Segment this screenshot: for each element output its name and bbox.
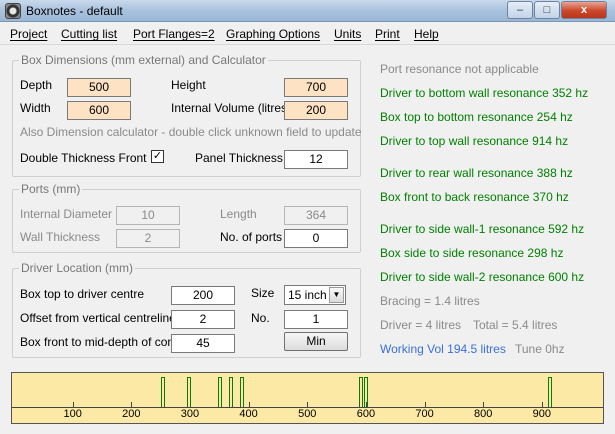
num-ports-label: No. of ports (220, 230, 283, 244)
width-field[interactable]: 600 (67, 101, 131, 120)
driver-side1-resonance: Driver to side wall-1 resonance 592 hz (380, 222, 585, 236)
resonance-graph: 100 200 300 400 500 600 700 800 900 (11, 372, 604, 424)
menu-cutting-list[interactable]: Cutting list (61, 27, 117, 41)
driver-side2-resonance: Driver to side wall-2 resonance 600 hz (380, 270, 585, 284)
graph-tick-label: 900 (532, 408, 552, 420)
driver-front-field[interactable]: 45 (171, 334, 235, 353)
driver-size-label: Size (251, 286, 275, 300)
resonance-peak (239, 377, 244, 407)
graph-tick-label: 700 (415, 408, 434, 420)
box-dimensions-title: Box Dimensions (mm external) and Calcula… (19, 53, 268, 67)
resonance-peak (229, 377, 233, 407)
side-side-resonance: Box side to side resonance 298 hz (380, 246, 564, 260)
driver-rear-resonance: Driver to rear wall resonance 388 hz (380, 166, 573, 180)
total-volume: Total = 5.4 litres (473, 318, 558, 332)
driver-bottom-resonance: Driver to bottom wall resonance 352 hz (380, 86, 589, 100)
minimize-button[interactable]: – (507, 1, 533, 19)
driver-size-value: 15 inch (288, 288, 327, 302)
length-label: Length (220, 207, 257, 221)
bracing-volume: Bracing = 1.4 litres (380, 294, 480, 308)
driver-no-field[interactable]: 1 (284, 310, 348, 329)
speaker-app-icon (5, 3, 21, 19)
driver-top-field[interactable]: 200 (171, 286, 235, 305)
double-thickness-label: Double Thickness Front (20, 151, 147, 165)
menu-print[interactable]: Print (375, 27, 400, 41)
graph-tick-label: 300 (180, 408, 200, 420)
driver-top-resonance: Driver to top wall resonance 914 hz (380, 134, 569, 148)
driver-offset-label: Offset from vertical centreline (20, 311, 176, 325)
resonance-peak (359, 377, 364, 407)
graph-tick-label: 800 (474, 408, 493, 420)
calculator-note: Also Dimension calculator - double click… (20, 125, 362, 139)
menu-graphing-options[interactable]: Graphing Options (226, 27, 320, 41)
front-back-resonance: Box front to back resonance 370 hz (380, 190, 569, 204)
driver-no-label: No. (251, 311, 270, 325)
maximize-button[interactable]: □ (534, 1, 560, 19)
wall-thickness-label: Wall Thickness (20, 230, 101, 244)
menu-bar: Project Cutting list Port Flanges=2 Grap… (0, 25, 615, 45)
menu-port-flanges[interactable]: Port Flanges=2 (133, 27, 215, 41)
num-ports-field[interactable]: 0 (284, 229, 348, 248)
menu-project[interactable]: Project (10, 27, 47, 41)
graph-tick-label: 500 (298, 408, 317, 420)
graph-tick-label: 400 (239, 408, 258, 420)
graph-tick-label: 600 (356, 408, 376, 420)
window-title: Boxnotes - default (26, 4, 123, 18)
resonance-peak (548, 377, 553, 407)
internal-volume-label: Internal Volume (litres) (171, 101, 292, 115)
working-volume: Working Vol 194.5 litres (380, 342, 506, 356)
length-field: 364 (284, 206, 348, 225)
depth-label: Depth (20, 78, 53, 92)
ports-title: Ports (mm) (19, 182, 83, 196)
resonance-peak (160, 377, 165, 407)
panel-thickness-label: Panel Thickness (195, 151, 283, 165)
tune-value: Tune 0hz (515, 342, 565, 356)
resonance-peak (186, 377, 191, 407)
resonance-peak (363, 377, 368, 407)
top-bottom-resonance: Box top to bottom resonance 254 hz (380, 110, 573, 124)
graph-tick-label: 200 (122, 408, 141, 420)
height-field[interactable]: 700 (284, 78, 348, 97)
wall-thickness-field: 2 (116, 229, 180, 248)
internal-diameter-label: Internal Diameter (20, 207, 113, 221)
title-bar: Boxnotes - default – □ x (0, 0, 615, 22)
min-button[interactable]: Min (284, 332, 348, 351)
internal-volume-field[interactable]: 200 (284, 101, 348, 120)
port-resonance-text: Port resonance not applicable (380, 62, 539, 76)
height-label: Height (171, 78, 206, 92)
driver-front-label: Box front to mid-depth of cone (20, 335, 181, 349)
depth-field[interactable]: 500 (67, 78, 131, 97)
driver-location-title: Driver Location (mm) (19, 261, 136, 275)
driver-volume: Driver = 4 litres (380, 318, 462, 332)
menu-help[interactable]: Help (414, 27, 439, 41)
driver-offset-field[interactable]: 2 (171, 310, 235, 329)
menu-units[interactable]: Units (334, 27, 361, 41)
resonance-peak (218, 377, 223, 407)
double-thickness-checkbox[interactable]: ✓ (151, 150, 164, 163)
chevron-down-icon[interactable]: ▼ (329, 287, 344, 303)
internal-diameter-field: 10 (116, 206, 180, 225)
width-label: Width (20, 101, 51, 115)
panel-thickness-field[interactable]: 12 (284, 150, 348, 169)
close-button[interactable]: x (561, 1, 607, 19)
driver-size-select[interactable]: 15 inch ▼ (284, 285, 346, 305)
driver-top-label: Box top to driver centre (20, 287, 145, 301)
graph-tick-label: 100 (63, 408, 82, 420)
